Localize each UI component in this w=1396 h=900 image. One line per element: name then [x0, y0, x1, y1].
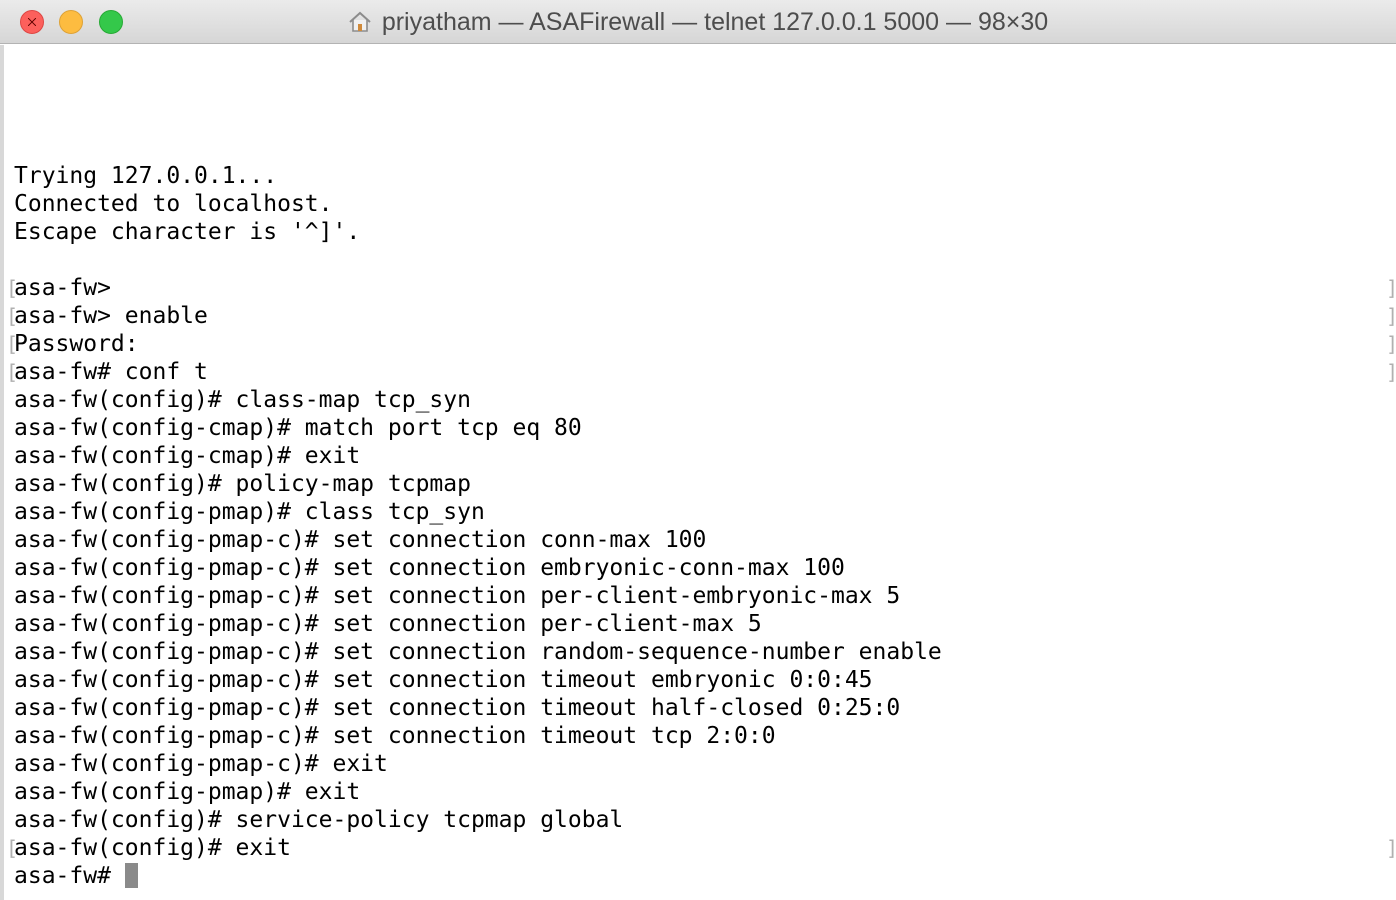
terminal-line: asa-fw# conf t — [14, 359, 208, 385]
terminal-line: asa-fw(config-pmap-c)# set connection pe… — [14, 611, 762, 637]
title-container: priyatham — ASAFirewall — telnet 127.0.0… — [0, 0, 1396, 44]
terminal-line: Connected to localhost. — [14, 191, 333, 217]
terminal-line: asa-fw> — [14, 275, 111, 301]
terminal-line: asa-fw(config)# policy-map tcpmap — [14, 471, 471, 497]
mark-bracket: ] — [1386, 330, 1396, 358]
text-cursor — [124, 863, 138, 888]
terminal-line: asa-fw(config-pmap-c)# set connection co… — [14, 527, 707, 553]
terminal-line: Password: — [14, 331, 139, 357]
terminal-line: Escape character is '^]'. — [14, 219, 361, 245]
terminal-line: asa-fw(config-cmap)# exit — [14, 443, 361, 469]
terminal-prompt: asa-fw# — [14, 863, 111, 889]
mark-bracket: ] — [1386, 302, 1396, 330]
terminal-line: asa-fw(config-pmap-c)# set connection ti… — [14, 723, 776, 749]
terminal-line: asa-fw(config-pmap-c)# exit — [14, 751, 388, 777]
terminal-prompt-line[interactable]: asa-fw# — [14, 862, 942, 890]
mark-bracket: [ — [6, 332, 19, 356]
mark-bracket: [ — [6, 304, 19, 328]
terminal-line: asa-fw(config-pmap)# exit — [14, 779, 361, 805]
title-bar[interactable]: priyatham — ASAFirewall — telnet 127.0.0… — [0, 0, 1396, 44]
terminal-window: priyatham — ASAFirewall — telnet 127.0.0… — [0, 0, 1396, 900]
terminal-line: asa-fw(config)# class-map tcp_syn — [14, 387, 471, 413]
terminal-line: asa-fw(config-pmap-c)# set connection ti… — [14, 667, 873, 693]
mark-bracket: ] — [1386, 834, 1396, 862]
terminal-line: asa-fw(config)# exit — [14, 835, 291, 861]
mark-bracket: ] — [1386, 274, 1396, 302]
terminal-content[interactable]: Trying 127.0.0.1... Connected to localhos… — [0, 45, 1396, 900]
terminal-line: asa-fw(config-pmap-c)# set connection ra… — [14, 639, 942, 665]
mark-bracket: [ — [6, 836, 19, 860]
terminal-line: Trying 127.0.0.1... — [14, 163, 278, 189]
terminal-line: asa-fw(config)# service-policy tcpmap gl… — [14, 807, 624, 833]
terminal-line: asa-fw(config-cmap)# match port tcp eq 8… — [14, 415, 582, 441]
window-title: priyatham — ASAFirewall — telnet 127.0.0… — [381, 7, 1049, 36]
mark-bracket: [ — [6, 360, 19, 384]
terminal-line: asa-fw> enable — [14, 303, 208, 329]
terminal-line: asa-fw(config-pmap-c)# set connection em… — [14, 555, 845, 581]
home-folder-icon — [349, 11, 371, 32]
terminal-output: Trying 127.0.0.1... Connected to localhos… — [14, 162, 942, 890]
mark-bracket: ] — [1386, 358, 1396, 386]
terminal-line: asa-fw(config-pmap-c)# set connection pe… — [14, 583, 901, 609]
mark-bracket: [ — [6, 276, 19, 300]
terminal-line: asa-fw(config-pmap)# class tcp_syn — [14, 499, 485, 525]
terminal-line: asa-fw(config-pmap-c)# set connection ti… — [14, 695, 901, 721]
